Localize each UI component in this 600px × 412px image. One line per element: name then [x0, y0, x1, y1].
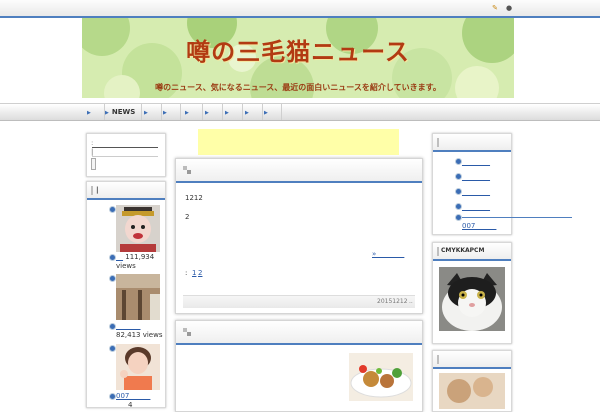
overflow-line	[462, 217, 572, 218]
post-title[interactable]: 007______	[116, 392, 150, 400]
food-thumbnail[interactable]	[349, 353, 413, 401]
divider	[92, 156, 158, 157]
links-widget: ________ ________ ________ ________ 007_…	[432, 133, 512, 235]
nav-item-3[interactable]: ▶	[158, 104, 181, 120]
bullet-icon	[455, 214, 462, 221]
girl-photo-icon	[116, 344, 160, 390]
arrow-icon: ▶	[245, 110, 249, 116]
widget-title: CMYKKAPCM	[441, 247, 485, 254]
food-photo-icon	[439, 373, 505, 409]
post-body-line: 2	[185, 213, 190, 221]
bullet-icon	[109, 323, 116, 330]
arrow-icon: ▶	[105, 110, 109, 116]
arrow-icon: ▶	[144, 110, 148, 116]
bullet-icon	[109, 393, 116, 400]
post-title[interactable]: _______	[116, 322, 141, 330]
widget-header: CMYKKAPCM	[433, 243, 511, 261]
widget-header: |	[87, 182, 165, 200]
arrow-icon: ▶	[264, 110, 268, 116]
ad-banner[interactable]	[198, 129, 399, 155]
post-icon	[183, 166, 191, 174]
post-header	[176, 159, 422, 183]
search-button[interactable]	[91, 158, 96, 170]
popular-item-1[interactable]: __ 111,934 views	[116, 253, 164, 271]
post-thumbnail[interactable]	[116, 344, 160, 390]
post-meta: ..	[409, 298, 413, 305]
bullet-icon	[109, 206, 116, 213]
widget-header	[433, 351, 511, 369]
arrow-icon: ▶	[205, 110, 209, 116]
post-card: 1212 2 »________ : 1 2 20151212 ..	[175, 158, 423, 314]
search-label: :	[91, 139, 94, 147]
pencil-icon[interactable]: ✎	[491, 4, 499, 12]
bullet-icon	[455, 158, 462, 165]
arrow-icon: ▶	[185, 110, 189, 116]
post-body-line: 1212	[185, 194, 203, 202]
site-title[interactable]: 噂の三毛猫ニュース	[82, 32, 514, 67]
bullet-icon	[455, 173, 462, 180]
site-subtitle: 噂のニュース、気になるニュース、最近の面白いニュースを紹介していきます。	[155, 83, 441, 92]
person-photo-icon	[116, 205, 160, 252]
sidebar-link-1[interactable]: ________	[462, 158, 490, 166]
post-title[interactable]: __	[116, 253, 123, 261]
header-bar	[437, 247, 439, 256]
sidebar-link-4[interactable]: ________	[462, 203, 490, 211]
arrow-icon: ▶	[87, 110, 91, 116]
thumbnail-image[interactable]	[439, 373, 505, 409]
top-bar: ✎ ●	[0, 0, 600, 18]
cat-photo-icon	[439, 267, 505, 331]
bullet-icon	[455, 203, 462, 210]
cat-image[interactable]	[439, 267, 505, 331]
page-link-2[interactable]: 2	[198, 269, 202, 277]
search-input[interactable]	[92, 147, 158, 148]
read-more-link[interactable]: »________	[372, 250, 404, 258]
nav-item-news[interactable]: ▶ NEWS	[100, 104, 142, 120]
main-nav: ▶ ▶ NEWS ▶ ▶ ▶ ▶ ▶ ▶ ▶	[0, 103, 600, 121]
sidebar-link-5[interactable]: 007______	[462, 222, 496, 230]
page-link-1[interactable]: 1	[192, 269, 196, 277]
arrow-icon: ▶	[163, 110, 167, 116]
post-thumbnail[interactable]	[116, 274, 160, 320]
bullet-icon	[109, 254, 116, 261]
post-icon	[183, 328, 191, 336]
food-photo-icon	[349, 353, 413, 401]
header-bar	[91, 186, 93, 195]
site-banner[interactable]: 噂の三毛猫ニュース 噂のニュース、気になるニュース、最近の面白いニュースを紹介し…	[82, 18, 514, 98]
post-footer: 20151212 ..	[183, 295, 415, 308]
view-count: 4	[128, 401, 133, 409]
post-date: 20151212	[377, 298, 408, 305]
post-header	[176, 321, 422, 345]
popular-item-3[interactable]: 007______ 4	[116, 392, 164, 410]
bullet-icon	[109, 345, 116, 352]
user-icon[interactable]: ●	[505, 4, 513, 12]
third-widget	[432, 350, 512, 412]
room-photo-icon	[116, 274, 160, 320]
pager-label: :	[185, 269, 188, 277]
search-input-cursor: |	[91, 148, 94, 156]
view-count: 82,413 views	[116, 331, 163, 339]
bullet-icon	[109, 275, 116, 282]
post-card	[175, 320, 423, 412]
search-widget: : |	[86, 133, 166, 177]
bullet-icon	[455, 188, 462, 195]
nav-item-8[interactable]: ▶	[259, 104, 282, 120]
sidebar-link-2[interactable]: ________	[462, 173, 490, 181]
arrow-icon: ▶	[225, 110, 229, 116]
popular-posts-widget: | __ 111,934 views _______ 82,413 views …	[86, 181, 166, 410]
cat-widget: CMYKKAPCM	[432, 242, 512, 344]
sidebar-link-3[interactable]: ________	[462, 188, 490, 196]
post-thumbnail[interactable]	[116, 205, 160, 252]
popular-item-2[interactable]: _______ 82,413 views	[116, 322, 164, 340]
header-bar	[437, 138, 439, 147]
header-bar	[437, 355, 439, 364]
widget-title: |	[96, 186, 99, 194]
widget-header	[433, 134, 511, 152]
